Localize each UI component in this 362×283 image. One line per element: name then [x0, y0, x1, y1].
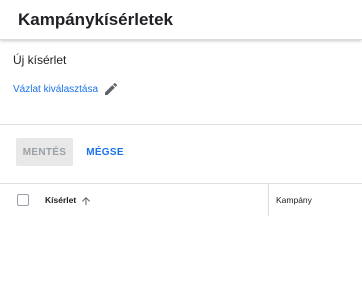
column-header-experiment-label: Kísérlet	[45, 195, 77, 205]
pencil-icon[interactable]	[103, 81, 119, 97]
page-title: Kampánykísérletek	[18, 10, 173, 29]
column-header-campaign[interactable]: Kampány	[276, 184, 312, 216]
select-all-checkbox[interactable]	[17, 194, 29, 206]
select-draft-row[interactable]: Vázlat kiválasztása	[13, 80, 119, 98]
column-header-experiment[interactable]: Kísérlet	[45, 184, 92, 216]
column-separator	[268, 184, 269, 216]
cancel-button[interactable]: MÉGSE	[80, 138, 130, 166]
experiment-name: Új kísérlet	[13, 53, 67, 67]
save-button[interactable]: MENTÉS	[16, 138, 73, 166]
table-header: Kísérlet Kampány	[0, 184, 362, 216]
page-header: Kampánykísérletek	[0, 0, 362, 40]
section-divider	[0, 124, 362, 125]
select-draft-link[interactable]: Vázlat kiválasztása	[13, 84, 98, 95]
sort-ascending-icon	[80, 194, 92, 206]
